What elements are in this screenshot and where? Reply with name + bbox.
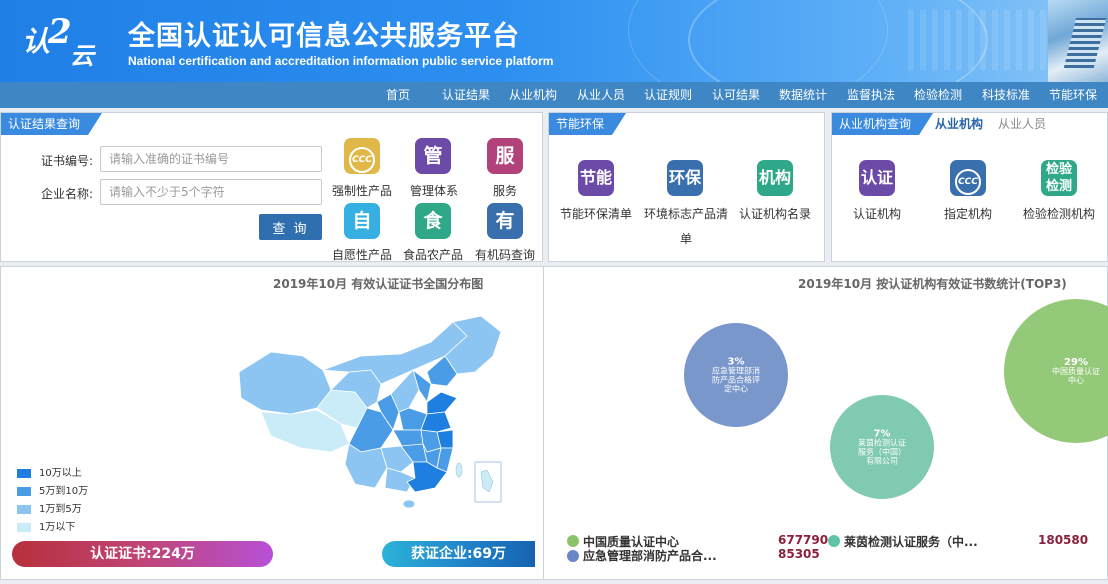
bubble-label: 定中心 (724, 384, 748, 394)
nav-home[interactable]: 首页 (386, 82, 410, 108)
bubble-label: 莱茵检测认证 (858, 438, 906, 448)
panel-tag: 认证结果查询 (1, 113, 102, 135)
rank-value: 85305 (778, 547, 820, 561)
rank-name: 应急管理部消防产品合... (583, 549, 717, 563)
food-icon[interactable]: 食 (415, 203, 451, 239)
nav-statistics[interactable]: 数据统计 (779, 82, 827, 108)
org-query-panel: 从业机构查询 从业机构 从业人员 认证 认证机构 CCC 指定机构 检验 检测 检… (831, 112, 1108, 262)
certification-icon[interactable]: 认证 (859, 160, 895, 196)
china-map[interactable] (231, 312, 511, 512)
bubble-label: 服务（中国） (858, 447, 906, 457)
designated-icon[interactable]: CCC (950, 160, 986, 196)
map-title: 2019年10月 有效认证证书全国分布图 (273, 277, 484, 291)
legend-dot (567, 535, 579, 547)
legend-item: 1万以下 (17, 518, 75, 533)
header-photo (1048, 0, 1108, 82)
company-label: 企业名称: (41, 187, 94, 201)
rank-name: 莱茵检测认证服务（中... (844, 535, 978, 549)
banner-decoration (628, 0, 888, 82)
main-nav: 首页 认证结果 从业机构 从业人员 认证规则 认可结果 数据统计 监督执法 检验… (0, 82, 1108, 108)
nav-personnel[interactable]: 从业人员 (577, 82, 625, 108)
tile-label[interactable]: 认证机构名录 (739, 205, 811, 222)
tab-organizations[interactable]: 从业机构 (935, 115, 983, 132)
rank-value: 677790 (778, 533, 829, 547)
region (426, 391, 458, 415)
legend-item: 5万到10万 (17, 482, 88, 497)
tile-label[interactable]: 食品农产品 (403, 246, 463, 263)
legend-dot (828, 535, 840, 547)
nav-accreditation[interactable]: 认可结果 (712, 82, 760, 108)
environment-icon[interactable]: 环保 (667, 160, 703, 196)
tile-label[interactable]: 服务 (493, 182, 517, 199)
ccc-icon[interactable]: CCC (344, 138, 380, 174)
site-logo[interactable]: 认 2 云 (22, 12, 102, 70)
tile-label[interactable]: 检验检测机构 (1023, 205, 1095, 222)
tile-label[interactable]: 自愿性产品 (332, 246, 392, 263)
map-panel: 2019年10月 有效认证证书全国分布图 10万以上 5万到10万 1万到5万 … (0, 266, 543, 580)
company-input[interactable] (100, 179, 322, 205)
service-icon[interactable]: 服 (487, 138, 523, 174)
nav-organizations[interactable]: 从业机构 (509, 82, 557, 108)
tab-personnel[interactable]: 从业人员 (998, 115, 1046, 132)
nav-inspection[interactable]: 检验检测 (914, 82, 962, 108)
bubble-label: 中国质量认证 (1052, 366, 1100, 376)
south-sea-islands (480, 469, 494, 493)
energy-panel: 节能环保 节能 节能环保清单 环保 环境标志产品清 单 机构 认证机构名录 (548, 112, 825, 262)
nav-standards[interactable]: 科技标准 (982, 82, 1030, 108)
stats-title: 2019年10月 按认证机构有效证书数统计(TOP3) (798, 277, 1067, 291)
company-total-bar: 获证企业:69万 (382, 541, 535, 567)
cert-total-bar: 认证证书:224万 (12, 541, 273, 567)
management-icon[interactable]: 管 (415, 138, 451, 174)
tile-label[interactable]: 指定机构 (944, 205, 992, 222)
tile-label[interactable]: 管理体系 (410, 182, 458, 199)
site-subtitle: National certification and accreditation… (128, 54, 554, 68)
bubble-label: 应急管理部消 (712, 366, 760, 376)
voluntary-icon[interactable]: 自 (344, 203, 380, 239)
legend-item: 1万到5万 (17, 500, 82, 515)
region (402, 499, 416, 509)
tile-label[interactable]: 认证机构 (853, 205, 901, 222)
nav-energy[interactable]: 节能环保 (1049, 82, 1097, 108)
bubble-label: 防产品合格评 (712, 375, 760, 385)
stats-panel: 2019年10月 按认证机构有效证书数统计(TOP3) 29% 中国质量认证 中心 7… (543, 266, 1108, 580)
region (455, 462, 463, 478)
bubble-label: 有限公司 (866, 456, 898, 466)
rank-value: 180580 (1038, 533, 1089, 547)
cert-query-panel: 认证结果查询 证书编号: 企业名称: 查 询 CCC 强制性产品 管 管理体系 … (0, 112, 543, 262)
energy-saving-icon[interactable]: 节能 (578, 160, 614, 196)
site-title: 全国认证认可信息公共服务平台 (128, 21, 520, 52)
tile-label[interactable]: 有机码查询 (475, 246, 535, 263)
tile-label[interactable]: 环境标志产品清 (644, 205, 728, 222)
tile-label[interactable]: 单 (680, 230, 692, 247)
panel-tag: 节能环保 (549, 113, 626, 135)
logo-char: 云 (70, 41, 94, 70)
cert-no-input[interactable] (100, 146, 322, 172)
nav-supervision[interactable]: 监督执法 (847, 82, 895, 108)
query-button[interactable]: 查 询 (259, 214, 322, 240)
organic-icon[interactable]: 有 (487, 203, 523, 239)
inspection-icon[interactable]: 检验 检测 (1041, 160, 1077, 196)
institution-icon[interactable]: 机构 (757, 160, 793, 196)
tile-label[interactable]: 强制性产品 (332, 182, 392, 199)
legend-dot (567, 550, 579, 562)
panel-tag: 从业机构查询 (832, 113, 933, 135)
header-banner: 认 2 云 全国认证认可信息公共服务平台 National certificat… (0, 0, 1108, 82)
bubble-chart: 29%中国质量认证中心7%莱茵检测认证服务（中国）有限公司3%应急管理部消防产品… (684, 299, 1108, 499)
nav-cert-results[interactable]: 认证结果 (442, 82, 490, 108)
cert-no-label: 证书编号: (41, 154, 94, 168)
logo-char: 2 (48, 12, 72, 52)
bubble-label: 中心 (1068, 375, 1084, 385)
legend-item: 10万以上 (17, 464, 82, 479)
nav-cert-rules[interactable]: 认证规则 (644, 82, 692, 108)
region (238, 351, 332, 415)
tile-label[interactable]: 节能环保清单 (560, 205, 632, 222)
region (344, 443, 388, 489)
logo-char: 认 (22, 25, 51, 58)
